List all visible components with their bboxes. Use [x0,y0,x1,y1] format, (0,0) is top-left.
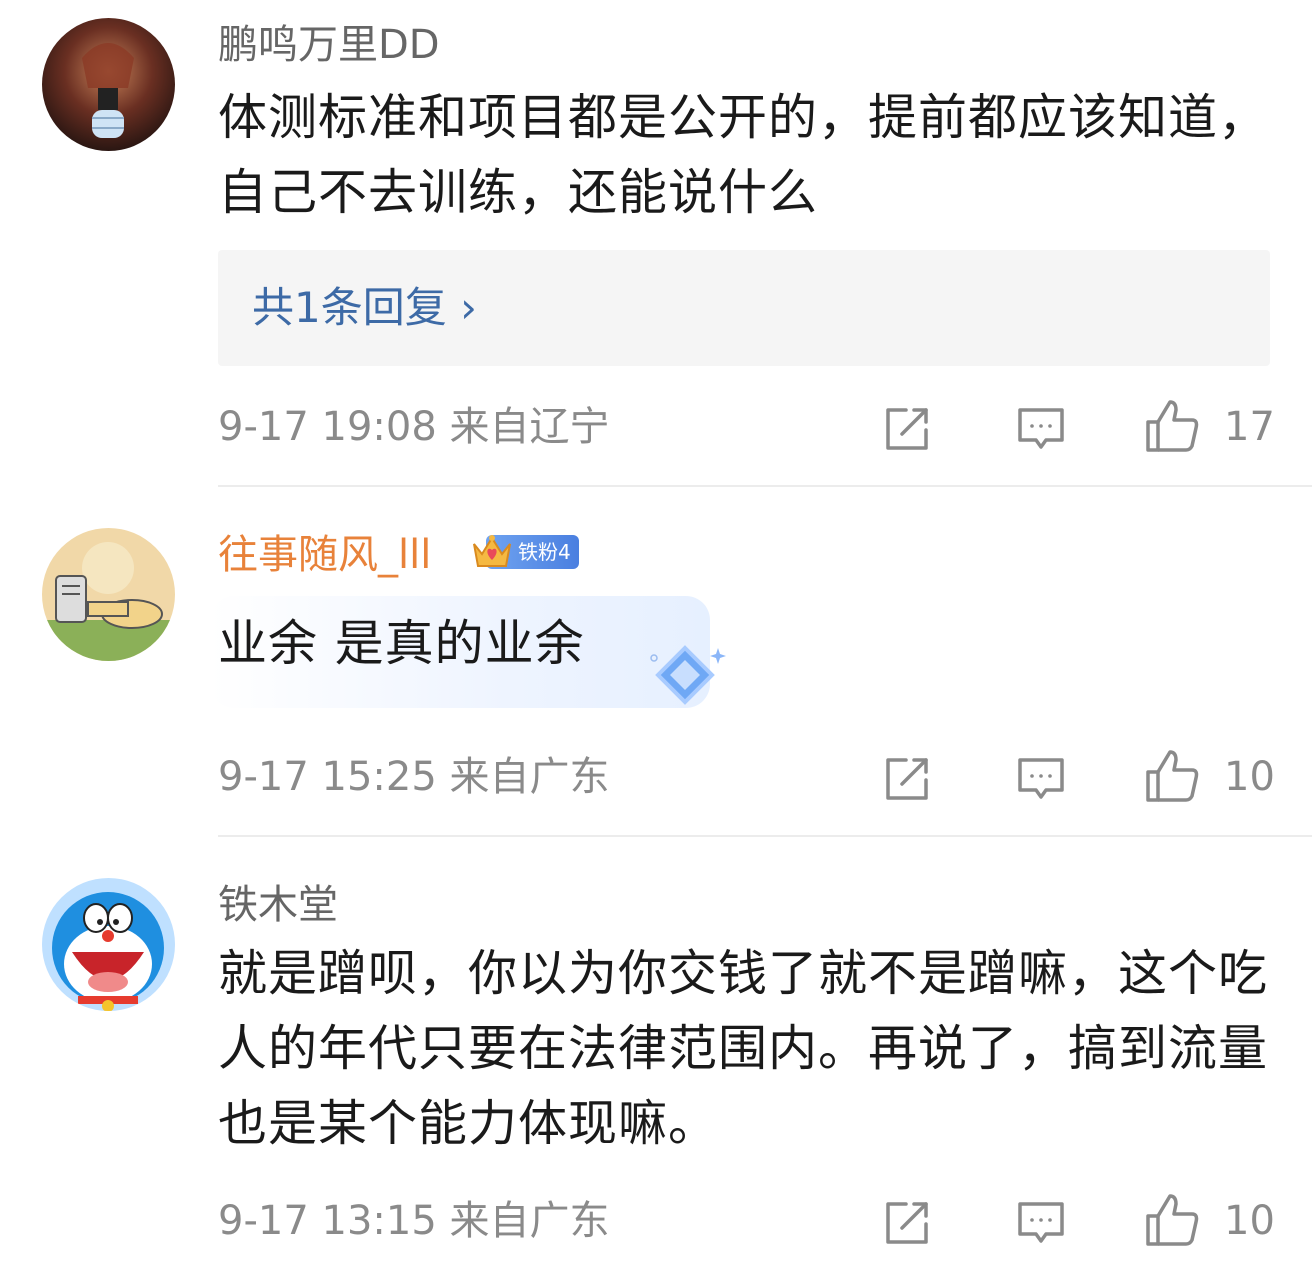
like-count: 17 [1224,404,1275,450]
timestamp: 9-17 19:08 [218,404,437,450]
comment-text: 就是蹭呗，你以为你交钱了就不是蹭嘛，这个吃人的年代只要在法律范围内。再说了，搞到… [218,945,1269,1152]
location: 来自广东 [449,754,610,800]
location: 来自辽宁 [449,404,610,450]
like-icon[interactable] [1144,1192,1199,1246]
like-icon[interactable] [1144,398,1199,452]
comment-text: 体测标准和项目都是公开的，提前都应该知道，自己不去训练，还能说什么 [218,89,1269,221]
username[interactable]: 铁木堂 [218,880,338,930]
avatar[interactable] [42,528,175,661]
reply-box[interactable]: 共1条回复 › [218,250,1270,366]
username[interactable]: 往事随风_lll [218,530,431,580]
divider [218,485,1312,487]
like-icon[interactable] [1144,748,1199,802]
repost-icon[interactable] [880,752,934,806]
comment-meta: 9-17 15:25 来自广东 [218,752,610,802]
view-replies-link[interactable]: 共1条回复 › [252,280,477,336]
comment-icon[interactable] [1014,752,1068,806]
comment-text: 业余 是真的业余 [218,615,585,672]
timestamp: 9-17 13:15 [218,1198,437,1244]
repost-icon[interactable] [880,1196,934,1250]
avatar[interactable] [42,18,175,151]
like-count: 10 [1224,1198,1275,1244]
repost-icon[interactable] [880,402,934,456]
comment-icon[interactable] [1014,402,1068,456]
crown-icon [473,535,511,567]
like-count: 10 [1224,754,1275,800]
username[interactable]: 鹏鸣万里DD [218,20,440,70]
avatar[interactable] [42,878,175,1011]
comment-meta: 9-17 13:15 来自广东 [218,1196,610,1246]
timestamp: 9-17 15:25 [218,754,437,800]
divider [218,835,1312,837]
comment-meta: 9-17 19:08 来自辽宁 [218,402,610,452]
location: 来自广东 [449,1198,610,1244]
comment-icon[interactable] [1014,1196,1068,1250]
fan-badge[interactable]: 铁粉4 [470,530,579,574]
